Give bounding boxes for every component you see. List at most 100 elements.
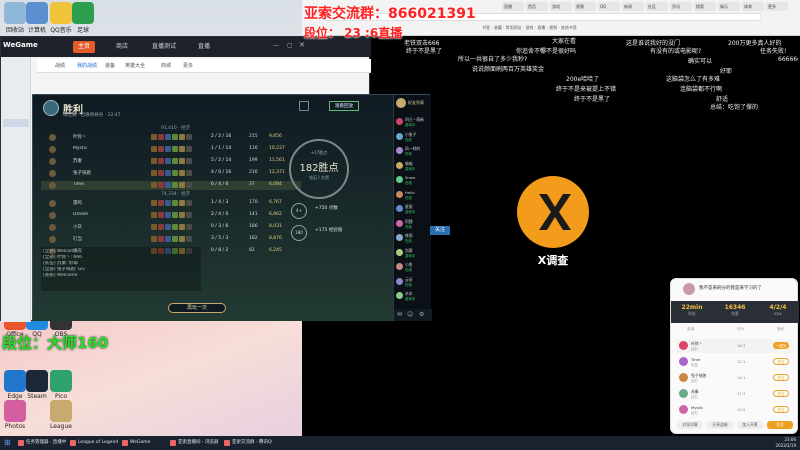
browser-tab[interactable]: 新闻 — [622, 2, 644, 11]
browser-tab[interactable]: 搜索 — [694, 2, 716, 11]
sidebar-item[interactable] — [3, 119, 29, 127]
browser-tab[interactable]: 体育 — [742, 2, 764, 11]
taskbar-item[interactable]: WeGame — [120, 438, 170, 448]
browser-tab[interactable]: 首页 — [526, 2, 548, 11]
subtab[interactable]: 英雄大全 — [125, 62, 145, 69]
wegame-tab-store[interactable]: 商店 — [111, 41, 133, 53]
subtab-active[interactable]: 我的战绩 — [77, 62, 97, 69]
reward-text: +750 点数 — [315, 206, 338, 211]
match-detail-button[interactable]: 对局详情 — [677, 421, 703, 429]
start-icon[interactable]: ⊞ — [4, 438, 11, 448]
player-row[interactable]: Time 6 / 4 / 6 37 6,084 — [41, 181, 301, 190]
item-icon — [165, 224, 171, 230]
wegame-sidebar — [1, 57, 31, 322]
subtab[interactable]: 更多 — [183, 62, 193, 69]
friend-item[interactable]: 剑客 游戏中 — [396, 248, 432, 259]
player-row[interactable]: 小灰 0 / 3 / 6 186 8,031 — [41, 223, 301, 232]
item-slots — [151, 200, 206, 207]
taskbar-item[interactable]: League of Legends — [68, 438, 118, 448]
card-follow-button[interactable]: 一键关注 — [773, 342, 789, 354]
taskbar-item[interactable]: 亚索直播间 - 浏览器 — [168, 438, 218, 448]
player-kda: 6 / 4 / 6 — [211, 182, 229, 187]
card-follow-button[interactable]: 关注 — [773, 390, 789, 397]
friend-item[interactable]: Hello 在线 — [396, 190, 432, 201]
settings-icon[interactable]: ⚙ — [419, 311, 424, 318]
postgame-chat[interactable]: [全部] Welcome [全部] 叶弥丶: 666 [队伍] 苏秦: 好耶 [全部]… — [41, 247, 201, 291]
player-row[interactable]: 叮当 3 / 5 / 3 182 8,876 — [41, 235, 301, 244]
friend-item[interactable]: 凹凸丶萌新 游戏中 — [396, 117, 432, 128]
desktop-icon[interactable] — [4, 2, 26, 24]
browser-tab[interactable]: 游戏 — [550, 2, 572, 11]
player-row[interactable]: 叶弥丶 2 / 2 / 16 215 9,656 — [41, 133, 301, 142]
desktop-icon[interactable] — [50, 400, 72, 422]
player-row[interactable]: 兔子快跑 4 / 0 / 16 216 12,371 — [41, 169, 301, 178]
browser-tab[interactable]: 直播 — [502, 2, 524, 11]
user-avatar[interactable] — [396, 98, 406, 108]
player-name: 叶弥丶 — [73, 135, 87, 140]
share-icon[interactable] — [299, 101, 309, 111]
player-cs: 186 — [249, 224, 258, 229]
wegame-tab-home[interactable]: 主页 — [73, 41, 96, 53]
friend-item[interactable]: 阿狸 在线 — [396, 219, 432, 230]
player-cs: 116 — [249, 146, 258, 151]
item-icon — [172, 182, 178, 188]
subtab[interactable]: 战绩 — [55, 62, 65, 69]
close-icon[interactable]: ✕ — [299, 41, 305, 49]
subtab[interactable]: 商城 — [161, 62, 171, 69]
x-survey-logo[interactable] — [517, 176, 589, 248]
taskbar-item[interactable]: 任务管理器 · 直播中 — [16, 438, 66, 448]
friend-item[interactable]: 喵喵 游戏中 — [396, 161, 432, 172]
friend-item[interactable]: 木木 游戏中 — [396, 291, 432, 302]
sidebar-item[interactable] — [3, 151, 29, 159]
wegame-tab-live[interactable]: 直播 — [193, 41, 215, 53]
desktop-icon[interactable] — [4, 400, 26, 422]
player-row[interactable]: Dream 2 / 4 / 0 141 6,962 — [41, 211, 301, 220]
card-player-row: 兔子快跑 钻石 14.1 关注 — [677, 371, 793, 385]
player-row[interactable]: 雷鸣 1 / 4 / 3 170 6,767 — [41, 199, 301, 208]
item-icon — [179, 200, 185, 206]
follow-tag[interactable]: 关注 — [430, 226, 450, 235]
player-row[interactable]: Mystic 1 / 1 / 14 116 10,237 — [41, 145, 301, 154]
card-follow-button[interactable]: 关注 — [773, 374, 789, 381]
taskbar-item[interactable]: 亚索交流群 - 腾讯QQ — [222, 438, 272, 448]
friend-item[interactable]: 风一样的 在线 — [396, 146, 432, 157]
friend-avatar — [396, 263, 403, 270]
browser-tab[interactable]: 视频 — [574, 2, 596, 11]
desktop-icon[interactable] — [4, 370, 26, 392]
friend-item[interactable]: 云朵 在线 — [396, 277, 432, 288]
minimize-icon[interactable]: — — [273, 42, 279, 49]
rank-overlay: 段位：大师160 — [2, 334, 109, 352]
desktop-icon[interactable] — [26, 2, 48, 24]
wegame-tab-test[interactable]: 直播测试 — [147, 41, 181, 53]
friend-item[interactable]: 小兔子 在线 — [396, 132, 432, 143]
player-row[interactable]: 苏秦 5 / 2 / 14 199 11,561 — [41, 157, 301, 166]
player-name: Dream — [73, 212, 89, 217]
browser-tab[interactable]: 社区 — [646, 2, 668, 11]
replay-button[interactable]: 观看回放 — [329, 101, 359, 111]
taskbar-clock[interactable]: 23:06 2023/2/19 — [775, 437, 796, 449]
friend-item[interactable]: Snow 在线 — [396, 175, 432, 186]
join-button[interactable]: 加入开黑 — [737, 421, 763, 429]
friend-item[interactable]: 夜雨 在线 — [396, 233, 432, 244]
sidebar-item[interactable] — [3, 135, 29, 143]
group-icon[interactable]: ☺ — [407, 311, 413, 318]
item-icon — [151, 170, 157, 176]
maximize-icon[interactable]: ▢ — [287, 42, 293, 49]
desktop-icon[interactable] — [26, 370, 48, 392]
card-follow-button[interactable]: 关注 — [773, 406, 789, 413]
friend-item[interactable]: 星辰 游戏中 — [396, 204, 432, 215]
card-follow-button[interactable]: 关注 — [773, 358, 789, 365]
browser-tab[interactable]: 资讯 — [670, 2, 692, 11]
desktop-icon[interactable] — [50, 2, 72, 24]
desktop-icon[interactable] — [72, 2, 94, 24]
follow-button[interactable]: 关注 — [767, 421, 793, 429]
friend-item[interactable]: 小鱼 在线 — [396, 262, 432, 273]
play-again-button[interactable]: 再玩一次 — [168, 303, 226, 313]
browser-tab[interactable]: 娱乐 — [718, 2, 740, 11]
browser-tab[interactable]: 更多 — [766, 2, 788, 11]
desktop-icon[interactable] — [50, 370, 72, 392]
share-button[interactable]: 分享战绩 — [707, 421, 733, 429]
subtab[interactable]: 装备 — [105, 62, 115, 69]
browser-tab[interactable]: QQ — [598, 2, 620, 11]
chat-icon[interactable]: ✉ — [397, 311, 402, 318]
